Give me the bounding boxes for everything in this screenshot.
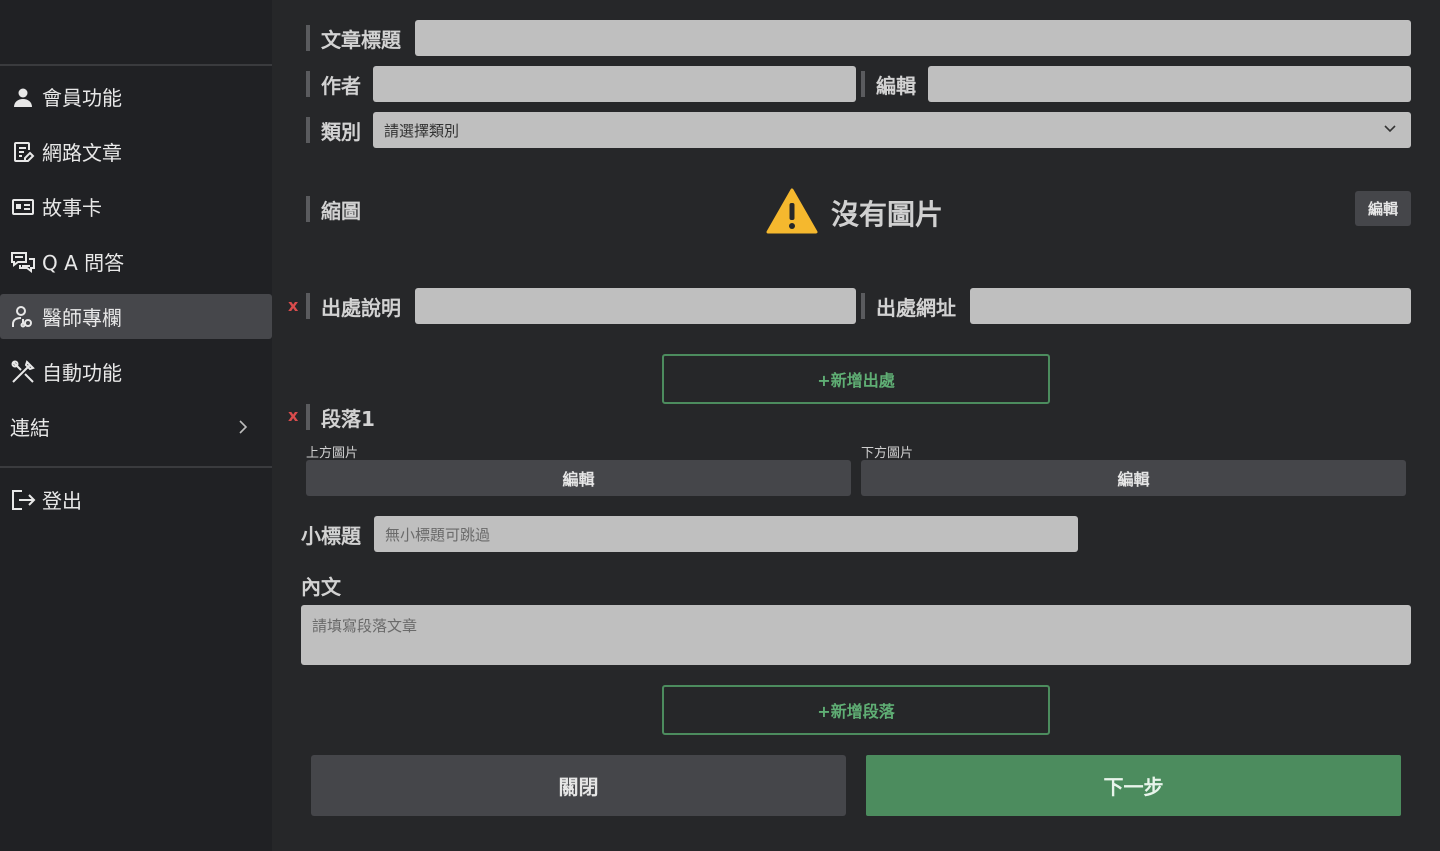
sidebar-item-qa[interactable]: Q A 問答 (0, 239, 272, 284)
source-desc-input[interactable] (415, 288, 856, 324)
logout-label: 登出 (42, 489, 82, 513)
article-form: 文章標題 作者 編輯 類別 請選擇類別 縮圖 沒有圖片 編輯 x 出處說明 出處… (272, 0, 1440, 851)
chevron-right-icon (238, 416, 248, 440)
label-marker (861, 71, 865, 97)
chat-bubbles-icon (10, 249, 36, 275)
sidebar-item-members[interactable]: 會員功能 (0, 74, 272, 119)
sidebar-divider-top (0, 64, 272, 66)
bottom-image-label: 下方圖片 (861, 446, 914, 461)
editor-label: 編輯 (876, 73, 916, 98)
label-marker (306, 71, 310, 97)
sidebar-item-label: 連結 (10, 416, 50, 440)
sidebar-item-label: 故事卡 (42, 196, 102, 220)
close-button[interactable]: 關閉 (311, 755, 846, 816)
author-input[interactable] (373, 66, 856, 102)
sidebar-item-articles[interactable]: 網路文章 (0, 129, 272, 174)
chevron-down-icon (1383, 122, 1397, 140)
category-label: 類別 (321, 119, 361, 144)
article-edit-icon (10, 139, 36, 165)
label-marker (861, 293, 865, 319)
doctor-icon (10, 304, 36, 330)
user-icon (10, 84, 36, 110)
sidebar-divider-bottom (0, 466, 272, 468)
sidebar-item-story-card[interactable]: 故事卡 (0, 184, 272, 229)
logout-button[interactable]: 登出 (0, 477, 272, 522)
remove-source-button[interactable]: x (288, 296, 298, 315)
sidebar: 會員功能 網路文章 故事卡 Q A 問答 醫師專欄 自動功能 連結 登出 (0, 0, 272, 851)
bottom-image-edit-button[interactable]: 編輯 (861, 460, 1406, 496)
top-image-edit-button[interactable]: 編輯 (306, 460, 851, 496)
content-label: 內文 (301, 574, 341, 599)
source-desc-label: 出處說明 (321, 295, 401, 320)
label-marker (306, 117, 310, 143)
label-marker (306, 196, 310, 222)
next-button[interactable]: 下一步 (866, 755, 1401, 816)
sidebar-item-label: Q A 問答 (42, 251, 125, 275)
editor-input[interactable] (928, 66, 1411, 102)
sidebar-item-doctor-column[interactable]: 醫師專欄 (0, 294, 272, 339)
category-selected-value: 請選擇類別 (384, 121, 460, 140)
thumbnail-edit-button[interactable]: 編輯 (1355, 191, 1411, 226)
warning-icon (766, 187, 818, 235)
logout-icon (10, 487, 36, 513)
label-marker (306, 293, 310, 319)
sidebar-item-label: 會員功能 (42, 86, 122, 110)
add-source-button[interactable]: +新增出處 (662, 354, 1050, 404)
sidebar-item-automation[interactable]: 自動功能 (0, 349, 272, 394)
sidebar-item-label: 醫師專欄 (42, 306, 122, 330)
author-label: 作者 (321, 73, 361, 98)
sidebar-item-label: 自動功能 (42, 361, 122, 385)
id-card-icon (10, 194, 36, 220)
top-image-label: 上方圖片 (306, 446, 359, 461)
add-paragraph-button[interactable]: +新增段落 (662, 685, 1050, 735)
label-marker (306, 25, 310, 51)
thumbnail-label: 縮圖 (321, 198, 361, 223)
subtitle-input[interactable]: 無小標題可跳過 (374, 516, 1078, 552)
label-marker (306, 404, 310, 430)
category-select[interactable]: 請選擇類別 (373, 112, 1411, 148)
content-textarea[interactable]: 請填寫段落文章 (301, 605, 1411, 665)
subtitle-label: 小標題 (301, 523, 361, 548)
sidebar-item-label: 網路文章 (42, 141, 122, 165)
no-image-text: 沒有圖片 (831, 198, 944, 231)
remove-paragraph-button[interactable]: x (288, 406, 298, 425)
paragraph-title: 段落1 (321, 406, 375, 431)
tools-icon (10, 359, 36, 385)
title-label: 文章標題 (321, 27, 401, 52)
source-url-input[interactable] (970, 288, 1411, 324)
source-url-label: 出處網址 (876, 295, 956, 320)
sidebar-item-links[interactable]: 連結 (0, 404, 272, 449)
title-input[interactable] (415, 20, 1411, 56)
